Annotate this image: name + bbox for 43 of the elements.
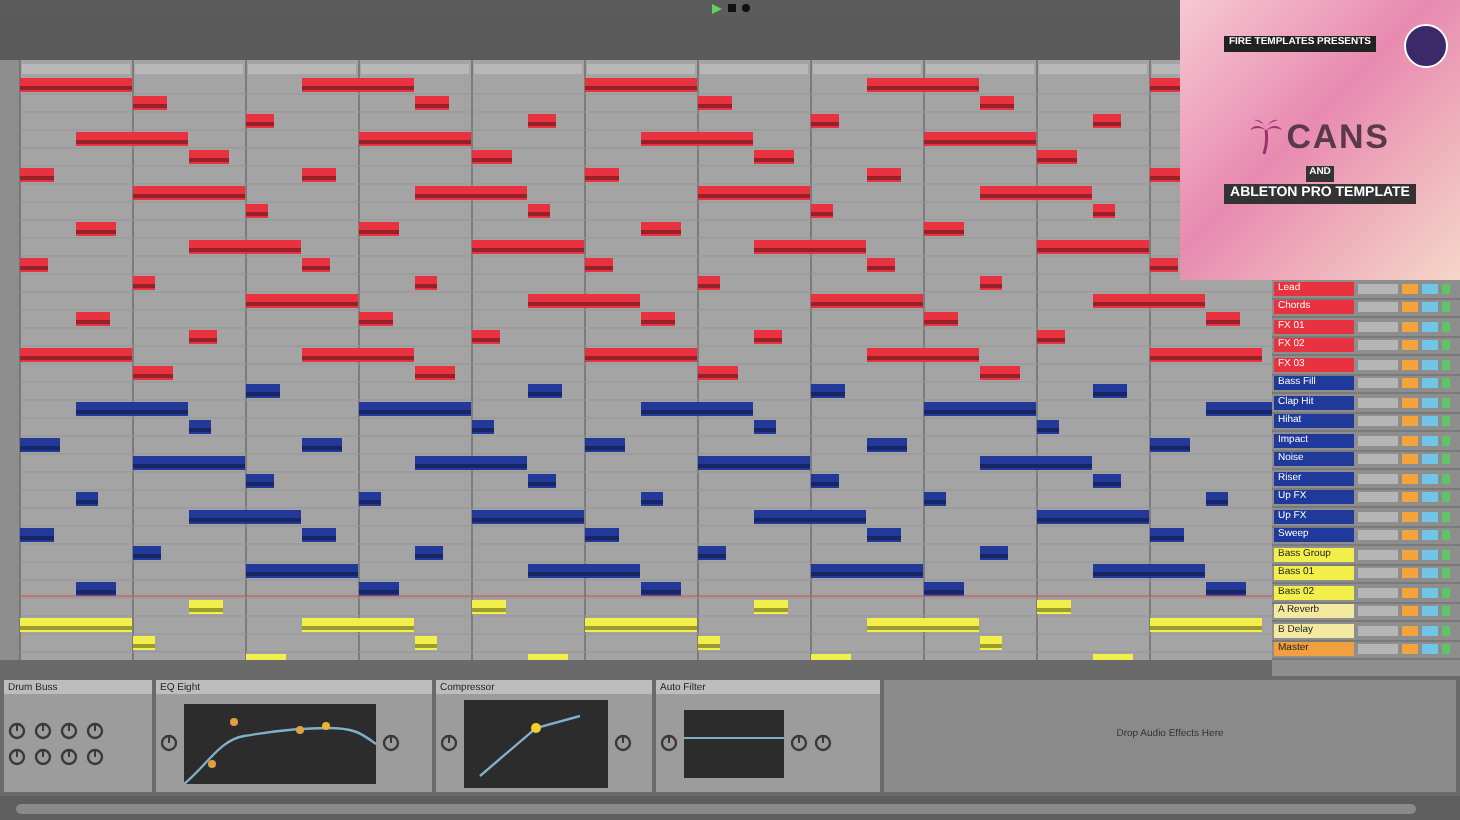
routing-field[interactable] — [1358, 416, 1398, 427]
stop-icon[interactable] — [727, 4, 735, 12]
routing-field[interactable] — [1358, 549, 1398, 560]
knob-icon[interactable] — [34, 747, 52, 765]
routing-field[interactable] — [1358, 302, 1398, 313]
record-icon[interactable] — [741, 4, 749, 12]
routing-field[interactable] — [1358, 359, 1398, 370]
filter-curve-drawing[interactable] — [684, 709, 784, 777]
knob-icon[interactable] — [382, 734, 400, 752]
routing-field[interactable] — [1358, 530, 1398, 541]
knob-icon[interactable] — [86, 747, 104, 765]
routing-field[interactable] — [1358, 587, 1398, 598]
routing-field[interactable] — [1358, 606, 1398, 617]
routing-field[interactable] — [1358, 283, 1398, 294]
routing-field[interactable] — [1358, 378, 1398, 389]
knob-icon[interactable] — [34, 721, 52, 739]
knob-icon[interactable] — [814, 734, 832, 752]
knob-icon[interactable] — [60, 747, 78, 765]
routing-field[interactable] — [1358, 473, 1398, 484]
routing-field[interactable] — [1358, 511, 1398, 522]
knob-icon[interactable] — [440, 734, 458, 752]
logo-icon — [1404, 24, 1448, 68]
routing-field[interactable] — [1358, 568, 1398, 579]
routing-field[interactable] — [1358, 454, 1398, 465]
routing-field[interactable] — [1358, 644, 1398, 655]
knob-icon[interactable] — [160, 734, 178, 752]
knob-icon[interactable] — [660, 734, 678, 752]
routing-field[interactable] — [1358, 321, 1398, 332]
compressor-graph-drawing[interactable] — [464, 699, 608, 787]
knob-icon[interactable] — [60, 721, 78, 739]
knob-icon[interactable] — [8, 721, 26, 739]
routing-field[interactable] — [1358, 625, 1398, 636]
routing-field[interactable] — [1358, 435, 1398, 446]
knob-icon[interactable] — [8, 747, 26, 765]
routing-field[interactable] — [1358, 492, 1398, 503]
knob-icon[interactable] — [614, 734, 632, 752]
palm-tree-icon — [1250, 118, 1283, 155]
eq-curve-drawing[interactable] — [184, 703, 376, 783]
knob-icon[interactable] — [86, 721, 104, 739]
knob-icon[interactable] — [790, 734, 808, 752]
promo-title: CANS — [1286, 115, 1390, 159]
routing-field[interactable] — [1358, 340, 1398, 351]
routing-field[interactable] — [1358, 397, 1398, 408]
